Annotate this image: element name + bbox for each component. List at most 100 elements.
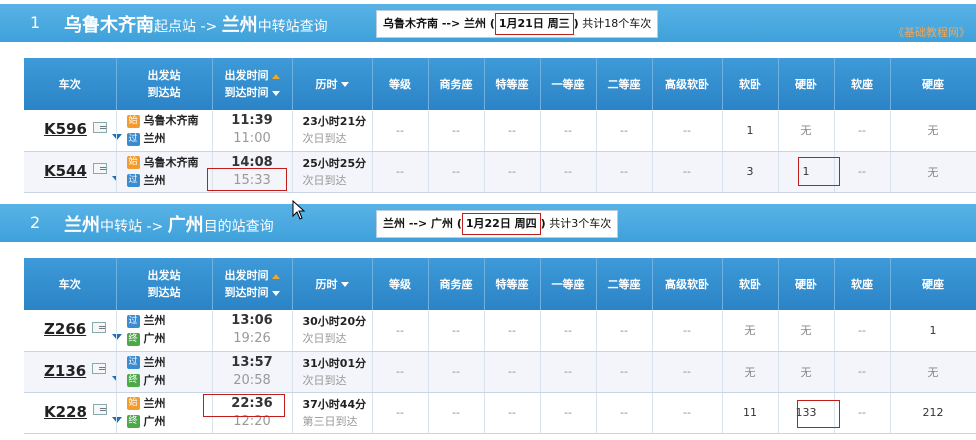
mouse-cursor-icon [292,200,306,220]
table-row[interactable]: K596 始乌鲁木齐南过兰州 11:39 11:00 23小时21分 次日到达 -- -- --… [24,110,976,152]
col-soft-seat: 软座 [834,58,891,110]
train-count: 共计18个车次 [582,17,652,30]
seat-grade: -- [372,392,429,434]
col-soft-sleeper-hi: 高级软卧 [652,258,723,310]
train-cell: Z266 [24,310,122,352]
duration-value: 31小时01分 [302,356,367,370]
train-info-icon[interactable] [92,404,107,415]
col-times[interactable]: 出发时间 到达时间 [212,258,293,310]
transfer-station: 兰州 [221,15,258,36]
col-first: 一等座 [540,258,597,310]
route-text: 乌鲁木齐南 --> 兰州 ( [383,17,495,30]
train-code-link[interactable]: K596 [44,120,87,138]
seat-grade: -- [372,151,429,193]
station-type-badge: 始 [126,156,140,169]
seat-special: -- [484,351,541,393]
route-close: ) [540,217,546,230]
train-info-icon[interactable] [92,163,107,174]
train-code-link[interactable]: Z266 [44,320,86,338]
seat-hard-seat: 1 [890,310,976,352]
arrival-station: 兰州 [143,173,166,187]
sort-desc-icon [340,282,349,287]
seat-soft-seat: -- [834,392,891,434]
seat-hard-sleeper: 1 [778,151,835,193]
arrival-station: 广州 [143,332,166,346]
seat-second: -- [596,392,653,434]
station-type-badge: 过 [126,132,140,146]
sort-desc-icon [271,90,280,96]
times-cell: 13:57 20:58 [212,351,293,393]
departure-time: 14:08 [231,154,273,170]
seat-grade: -- [372,310,429,352]
arrival-note: 次日到达 [302,132,347,146]
duration-value: 30小时20分 [302,315,367,329]
col-train: 车次 [24,258,117,310]
col-hard-seat: 硬座 [890,58,976,110]
seat-special: -- [484,392,541,434]
table-row[interactable]: K544 始乌鲁木齐南过兰州 14:08 15:33 25小时25分 次日到达 -- -- --… [24,151,976,193]
seat-business: -- [428,310,485,352]
seat-second: -- [596,151,653,193]
seat-hard-sleeper: 无 [778,310,835,352]
train-transfer-page: 1 乌鲁木齐南起点站 -> 兰州中转站查询 乌鲁木齐南 --> 兰州 (1月21… [0,0,976,440]
col-duration[interactable]: 历时 [292,258,373,310]
seat-hard-sleeper: 无 [778,351,835,393]
seat-hard-sleeper: 133 [778,392,835,434]
station-type-badge: 过 [126,174,140,187]
table-row[interactable]: K228 始兰州终广州 22:36 12:20 37小时44分 第三日到达 -- -- -- --… [24,392,976,434]
table-row[interactable]: Z266 过兰州终广州 13:06 19:26 30小时20分 次日到达 -- -- -- -- -… [24,310,976,352]
col-times[interactable]: 出发时间 到达时间 [212,58,293,110]
train-cell: K228 [24,392,122,434]
station-type-badge: 过 [126,314,140,328]
arrival-time: 20:58 [233,372,271,388]
table-row[interactable]: Z136 过兰州终广州 13:57 20:58 31小时01分 次日到达 -- -- -- -- -… [24,351,976,393]
col-train: 车次 [24,58,117,110]
results-table-1: 车次 出发站 到达站 出发时间 到达时间 历时 等级 商务座 特等座 一等座 二等座… [24,58,976,193]
section-title: 乌鲁木齐南起点站 -> 兰州中转站查询 [64,11,328,37]
seat-soft-sleeper: 1 [722,110,779,152]
col-stations: 出发站 到达站 [116,58,213,110]
col-business: 商务座 [428,258,485,310]
col-grade: 等级 [372,258,429,310]
seat-first: -- [540,310,597,352]
section-2-header: 2 兰州中转站 -> 广州目的站查询 兰州 --> 广州 (1月22日 周四) … [0,204,976,242]
seat-hard-seat: 无 [890,351,976,393]
duration-value: 25小时25分 [302,156,367,170]
seat-soft-seat: -- [834,151,891,193]
duration-cell: 25小时25分 次日到达 [292,151,373,193]
sort-desc-icon [340,82,349,87]
stations-cell: 过兰州终广州 [116,310,213,352]
train-info-icon[interactable] [92,121,107,133]
train-code-link[interactable]: Z136 [44,362,86,380]
seat-soft-seat: -- [834,110,891,152]
col-grade: 等级 [372,58,429,110]
section-number: 1 [30,13,41,32]
seat-soft-sleeper-hi: -- [652,110,723,152]
col-second: 二等座 [596,258,653,310]
arrival-time: 15:33 [233,172,271,188]
section-title: 兰州中转站 -> 广州目的站查询 [64,211,274,237]
duration-cell: 23小时21分 次日到达 [292,110,373,152]
arrival-time: 19:26 [233,331,271,347]
seat-special: -- [484,310,541,352]
seat-second: -- [596,351,653,393]
seat-soft-sleeper: 11 [722,392,779,434]
arrival-note: 次日到达 [302,332,347,346]
train-info-icon[interactable] [92,363,107,374]
train-info-icon[interactable] [92,321,107,333]
col-duration[interactable]: 历时 [292,58,373,110]
train-code-link[interactable]: K228 [44,403,87,421]
times-cell: 11:39 11:00 [212,110,293,152]
duration-cell: 31小时01分 次日到达 [292,351,373,393]
departure-station: 兰州 [143,355,166,369]
col-hard-sleeper: 硬卧 [778,58,835,110]
times-cell: 22:36 12:20 [212,392,293,434]
date-label: 1月21日 周三 [494,13,574,35]
arrival-note: 次日到达 [302,173,347,187]
route-text: 兰州 --> 广州 ( [383,217,462,230]
watermark: 《基础教程网》 [893,26,970,39]
station-type-badge: 终 [126,415,140,428]
seat-soft-sleeper-hi: -- [652,310,723,352]
train-code-link[interactable]: K544 [44,162,87,180]
col-soft-seat: 软座 [834,258,891,310]
